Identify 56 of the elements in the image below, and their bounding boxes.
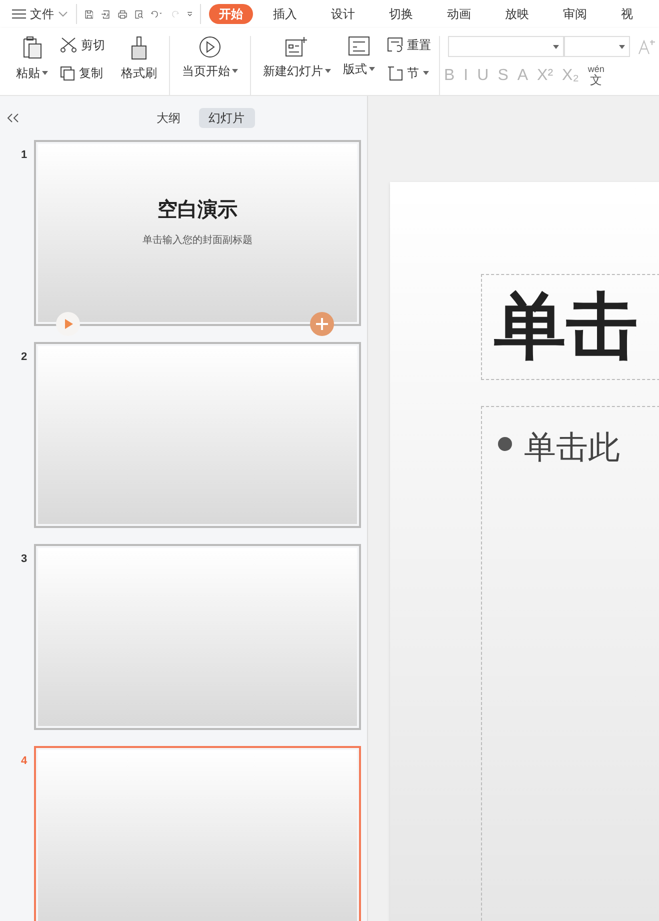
grow-font-icon[interactable] [638,38,656,54]
section-icon [387,66,403,80]
copy-icon [60,66,75,80]
copy-button[interactable]: 复制 [60,64,105,82]
menu-icon [12,9,26,19]
ribbon-tab[interactable]: 视 [612,5,641,23]
font-size-field[interactable] [564,36,630,57]
section-button[interactable]: 节 [387,64,431,82]
new-slide-icon [285,36,309,58]
slide-number: 2 [21,350,28,365]
panel-tab[interactable]: 大纲 [146,108,190,128]
caret-icon [232,69,238,73]
ribbon-tab[interactable]: 插入 [264,5,305,23]
layout-icon [348,36,370,56]
slide-thumbnail[interactable]: 空白演示 单击输入您的封面副标题 [34,140,361,326]
new-slide-button[interactable]: 新建幻灯片 [259,36,335,80]
scissors-icon [60,37,77,53]
content-placeholder[interactable]: 单击此 [481,406,659,921]
ribbon-tab[interactable]: 切换 [380,5,421,23]
paintbrush-icon [129,36,149,60]
add-slide-icon[interactable] [310,312,334,336]
play-from-current-button[interactable]: 当页开始 [178,36,242,80]
caret-icon [325,69,331,73]
ribbon-tab[interactable]: 设计 [322,5,363,23]
ribbon-tab[interactable]: 放映 [496,5,537,23]
layout-button[interactable]: 版式 [339,36,379,78]
caret-icon [369,67,375,71]
clipboard-icon [21,36,43,60]
chevron-icon [58,11,68,17]
ribbon-tab[interactable]: 动画 [438,5,479,23]
caret-icon [619,44,625,48]
reset-button[interactable]: 重置 [387,36,431,54]
dropdown-icon[interactable] [186,10,192,18]
file-menu[interactable]: 文件 [12,5,68,23]
reset-icon [387,37,403,53]
slide-number: 4 [21,754,28,769]
slide-number: 3 [21,552,28,567]
slide-title: 空白演示 [158,198,238,222]
panel-tab[interactable]: 幻灯片 [198,108,254,128]
cut-button[interactable]: 剪切 [60,36,105,54]
caret-icon [553,44,559,48]
paste-button[interactable]: 粘贴 [12,36,52,82]
font-name-field[interactable] [448,36,564,57]
slide-thumbnail[interactable] [34,342,361,528]
caret-icon [423,71,429,75]
slide-subtitle: 单击输入您的封面副标题 [142,234,252,248]
play-slide-icon[interactable] [56,312,80,336]
slide-number: 1 [21,148,28,163]
play-icon [199,36,221,58]
caret-icon [42,71,48,75]
title-placeholder[interactable]: 单击 [481,274,659,380]
collapse-icon[interactable] [7,113,19,123]
slide-thumbnail[interactable] [34,544,361,730]
format-painter-button[interactable]: 格式刷 [117,36,161,82]
ribbon-tab[interactable]: 审阅 [554,5,595,23]
slide-thumbnail[interactable] [34,746,361,921]
